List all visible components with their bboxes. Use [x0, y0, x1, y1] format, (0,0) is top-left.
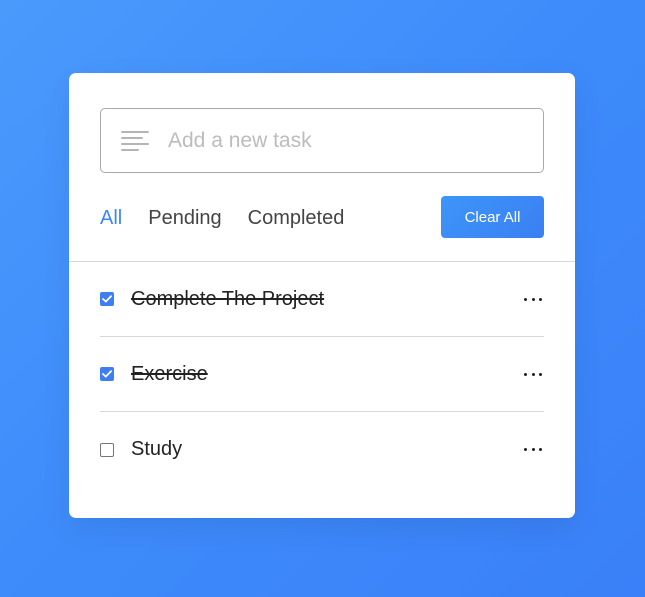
task-checkbox[interactable]	[100, 442, 114, 457]
task-item: Exercise	[100, 337, 544, 412]
task-label: Complete The Project	[131, 287, 325, 310]
filter-completed[interactable]: Completed	[248, 207, 345, 230]
checkmark-icon	[102, 370, 112, 378]
task-item: Study	[100, 412, 544, 487]
task-input-container[interactable]	[100, 108, 544, 173]
text-align-left-icon	[121, 130, 149, 151]
checkmark-icon	[102, 295, 112, 303]
task-list: Complete The Project Exercise Study	[100, 262, 544, 487]
task-label: Exercise	[131, 362, 208, 385]
filter-pending[interactable]: Pending	[148, 207, 221, 230]
task-input[interactable]	[168, 128, 528, 153]
filter-all[interactable]: All	[100, 207, 122, 230]
task-checkbox[interactable]	[100, 367, 114, 381]
filter-tabs: All Pending Completed	[100, 203, 370, 233]
more-options-icon[interactable]	[524, 294, 542, 304]
todo-card: All Pending Completed Clear All Complete…	[69, 73, 575, 518]
more-options-icon[interactable]	[524, 445, 542, 455]
task-label: Study	[131, 438, 183, 460]
more-options-icon[interactable]	[524, 369, 542, 379]
task-checkbox[interactable]	[100, 292, 114, 306]
clear-all-button[interactable]: Clear All	[441, 196, 544, 238]
task-item: Complete The Project	[100, 262, 544, 337]
